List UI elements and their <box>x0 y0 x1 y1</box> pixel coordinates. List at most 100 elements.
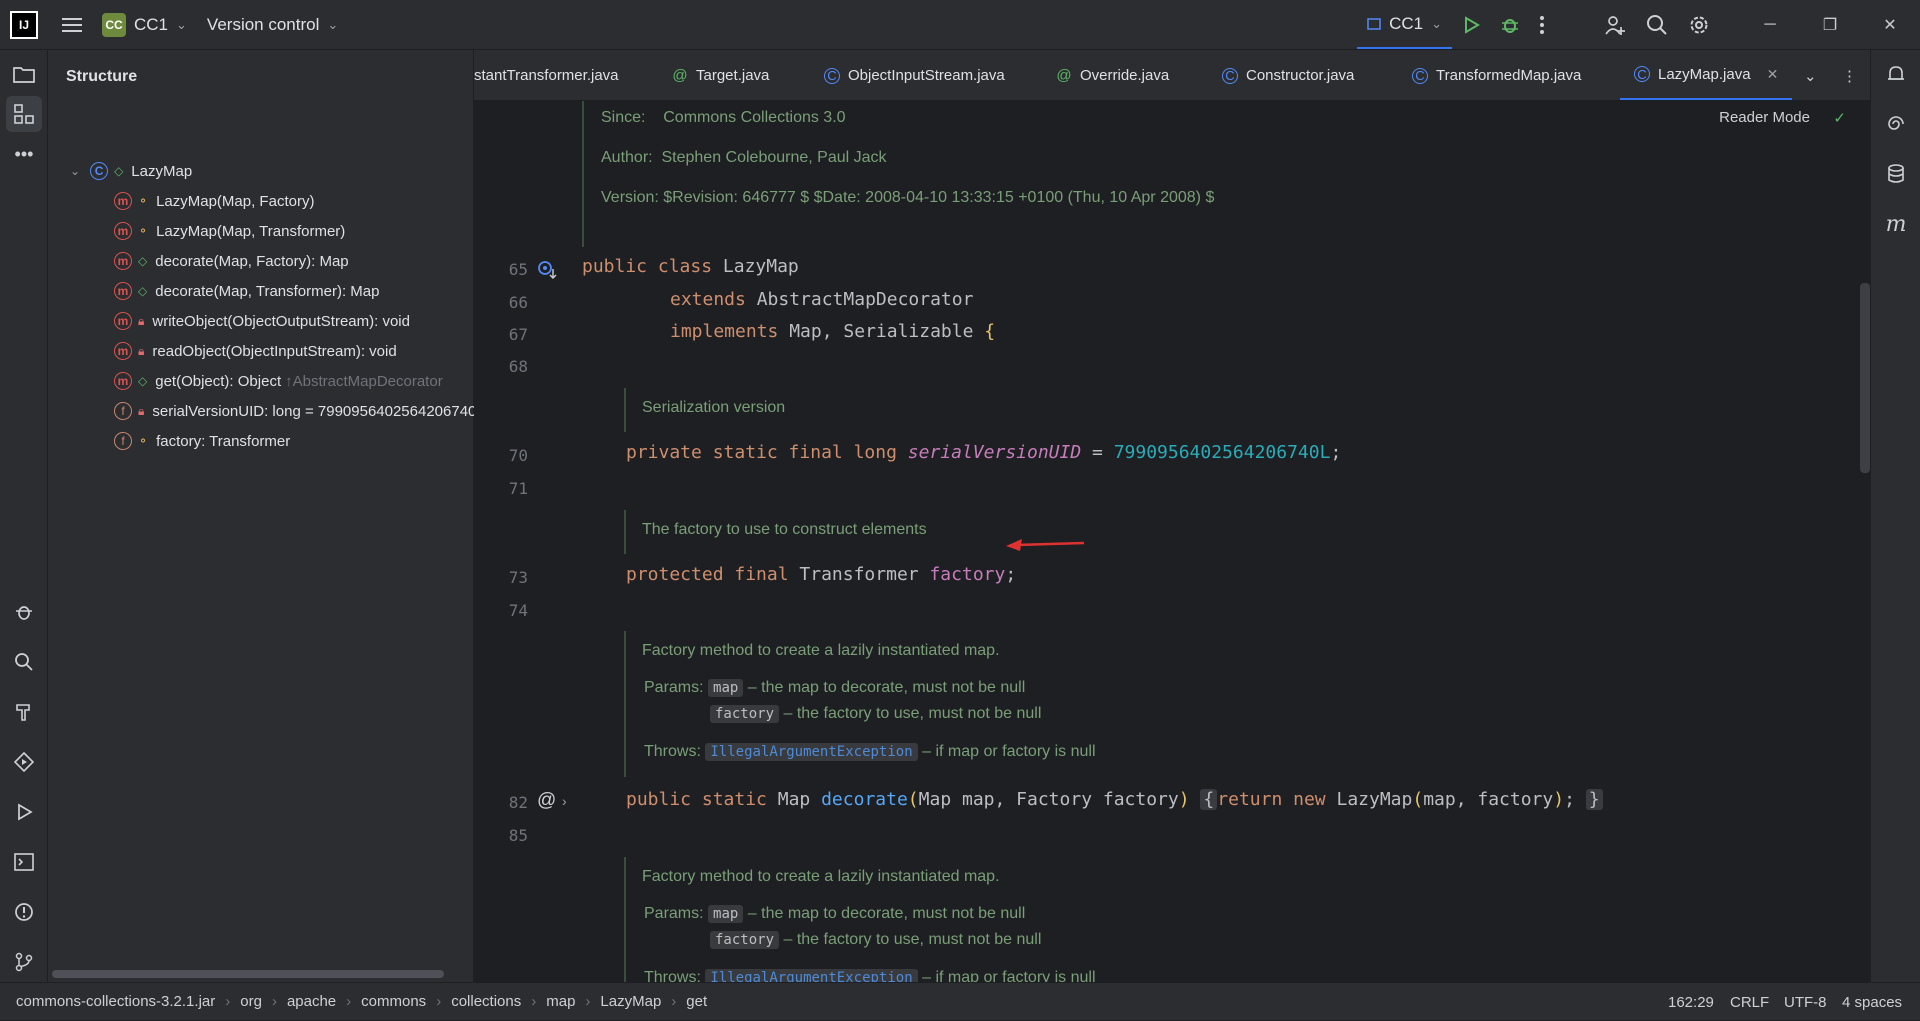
more-actions-button[interactable] <box>1530 0 1554 50</box>
tab-target[interactable]: @ Target.java <box>672 50 769 100</box>
restore-button[interactable]: ❐ <box>1800 0 1860 50</box>
maven-button[interactable]: m <box>1878 206 1914 242</box>
structure-title: Structure <box>66 68 138 85</box>
tree-item[interactable]: m ⚬ LazyMap(Map, Transformer) <box>114 217 345 245</box>
exception-link[interactable]: IllegalArgumentException <box>705 969 918 982</box>
caret-position[interactable]: 162:29 <box>1668 983 1714 1021</box>
breadcrumb-item[interactable]: org <box>240 993 262 1010</box>
build-tool-button[interactable] <box>6 694 42 730</box>
services-tool-button[interactable] <box>6 744 42 780</box>
run-config-selector[interactable]: CC1 ⌄ <box>1357 1 1452 49</box>
services-icon <box>14 752 34 772</box>
implemented-icon[interactable] <box>536 259 558 281</box>
breadcrumb-item[interactable]: collections <box>451 993 521 1010</box>
more-tools-button[interactable]: ••• <box>6 136 42 172</box>
run-tool-button[interactable] <box>6 794 42 830</box>
throws-desc: – if map or factory is null <box>922 969 1096 982</box>
project-tool-button[interactable] <box>6 56 42 92</box>
indent-setting[interactable]: 4 spaces <box>1842 983 1902 1021</box>
chevron-right-icon[interactable]: › <box>562 793 567 809</box>
tree-item[interactable]: m ◇ get(Object): Object ↑AbstractMapDecorat… <box>114 367 443 395</box>
close-tab-icon[interactable]: ✕ <box>1767 66 1779 83</box>
tab-transformer[interactable]: stantTransformer.java <box>474 50 619 100</box>
folded-close-brace[interactable]: } <box>1585 789 1603 810</box>
tree-item-label: LazyMap(Map, Factory) <box>156 192 315 210</box>
folded-open-brace[interactable]: { <box>1200 789 1218 810</box>
tree-item[interactable]: m 🔒︎ readObject(ObjectInputStream): void <box>114 337 397 365</box>
bug-icon <box>1500 15 1520 35</box>
editor-scrollbar[interactable] <box>1860 283 1870 473</box>
chevron-down-icon: ⌄ <box>1431 15 1442 31</box>
close-window-button[interactable]: ✕ <box>1860 0 1920 50</box>
package-icon: ⚬ <box>138 194 149 208</box>
tree-item[interactable]: m 🔒︎ writeObject(ObjectOutputStream): void <box>114 307 410 335</box>
minimize-button[interactable]: ─ <box>1740 0 1800 50</box>
lock-icon: 🔒︎ <box>138 313 145 328</box>
breadcrumb-item[interactable]: commons <box>361 993 426 1010</box>
breadcrumb-item[interactable]: apache <box>287 993 336 1010</box>
public-icon: ◇ <box>114 164 124 178</box>
param-desc: – the factory to use, must not be null <box>783 705 1042 722</box>
file-encoding[interactable]: UTF-8 <box>1784 983 1827 1021</box>
search-icon <box>14 652 34 672</box>
tab-lazymap[interactable]: C LazyMap.java ✕ <box>1620 50 1793 100</box>
tree-item[interactable]: f 🔒︎ serialVersionUID: long = 799095640256… <box>114 397 476 425</box>
annotation-gutter-icon[interactable]: @ <box>537 790 556 812</box>
exception-link[interactable]: IllegalArgumentException <box>705 743 918 761</box>
tree-item[interactable]: f ⚬ factory: Transformer <box>114 427 290 455</box>
constructor-call: LazyMap <box>1336 789 1413 810</box>
package-icon: ⚬ <box>138 434 149 448</box>
tab-constructor[interactable]: C Constructor.java <box>1222 50 1354 100</box>
code-editor[interactable]: Reader Mode ✓ Since: Commons Collections… <box>474 101 1870 982</box>
vcs-selector[interactable]: Version control ⌄ <box>197 0 348 50</box>
run-button[interactable] <box>1452 0 1490 50</box>
app-logo[interactable]: IJ <box>10 10 38 39</box>
terminal-tool-button[interactable] <box>6 844 42 880</box>
breadcrumb-item[interactable]: commons-collections-3.2.1.jar <box>16 993 215 1010</box>
code-line-73: protected final Transformer factory; <box>626 564 1016 585</box>
code-with-me-button[interactable] <box>1594 0 1636 50</box>
debug-button[interactable] <box>1490 0 1530 50</box>
breadcrumb-item[interactable]: LazyMap <box>600 993 661 1010</box>
chevron-right-icon: › <box>225 993 231 1010</box>
line-separator[interactable]: CRLF <box>1730 983 1769 1021</box>
method-name: decorate <box>821 789 908 810</box>
method-icon: m <box>114 252 132 270</box>
main-menu-button[interactable] <box>52 0 92 50</box>
tab-override[interactable]: @ Override.java <box>1056 50 1169 100</box>
structure-tool-button[interactable] <box>6 96 42 132</box>
git-branch-icon <box>15 952 33 972</box>
tree-item[interactable]: m ⚬ LazyMap(Map, Factory) <box>114 187 314 215</box>
tab-actions-button[interactable]: ⋮ <box>1842 50 1857 100</box>
notifications-button[interactable] <box>1878 56 1914 92</box>
breadcrumb-item[interactable]: map <box>546 993 575 1010</box>
ai-assistant-button[interactable] <box>1878 106 1914 142</box>
tab-list-button[interactable]: ⌄ <box>1804 50 1817 100</box>
tab-transformedmap[interactable]: C TransformedMap.java <box>1412 50 1581 100</box>
tree-item[interactable]: m ◇ decorate(Map, Factory): Map <box>114 247 349 275</box>
project-selector[interactable]: CC CC1 ⌄ <box>92 0 197 50</box>
left-tool-strip: ••• <box>0 50 48 982</box>
problems-tool-button[interactable] <box>6 894 42 930</box>
find-tool-button[interactable] <box>6 644 42 680</box>
search-everywhere-button[interactable] <box>1636 0 1678 50</box>
breadcrumb-item[interactable]: get <box>686 993 707 1010</box>
tree-item-label: writeObject(ObjectOutputStream): void <box>152 312 410 330</box>
reader-mode-button[interactable]: Reader Mode <box>1719 109 1810 126</box>
debug-tool-button[interactable] <box>6 594 42 630</box>
git-tool-button[interactable] <box>6 944 42 980</box>
class-icon: C <box>824 67 840 84</box>
public-icon: ◇ <box>138 374 148 388</box>
tree-item[interactable]: m ◇ decorate(Map, Transformer): Map <box>114 277 379 305</box>
tab-objectinputstream[interactable]: C ObjectInputStream.java <box>824 50 1005 100</box>
tab-label: ObjectInputStream.java <box>848 67 1005 84</box>
settings-button[interactable] <box>1678 0 1720 50</box>
structure-scrollbar[interactable] <box>52 970 444 978</box>
doc-factory: The factory to use to construct elements <box>642 521 927 538</box>
database-button[interactable] <box>1878 156 1914 192</box>
field-name: factory <box>929 564 1006 585</box>
semicolon: ; <box>1330 442 1342 463</box>
ctor-args: map, factory <box>1423 789 1554 810</box>
tree-root-lazymap[interactable]: ⌄ C ◇ LazyMap <box>70 157 192 185</box>
params-label: Params: <box>644 905 704 922</box>
